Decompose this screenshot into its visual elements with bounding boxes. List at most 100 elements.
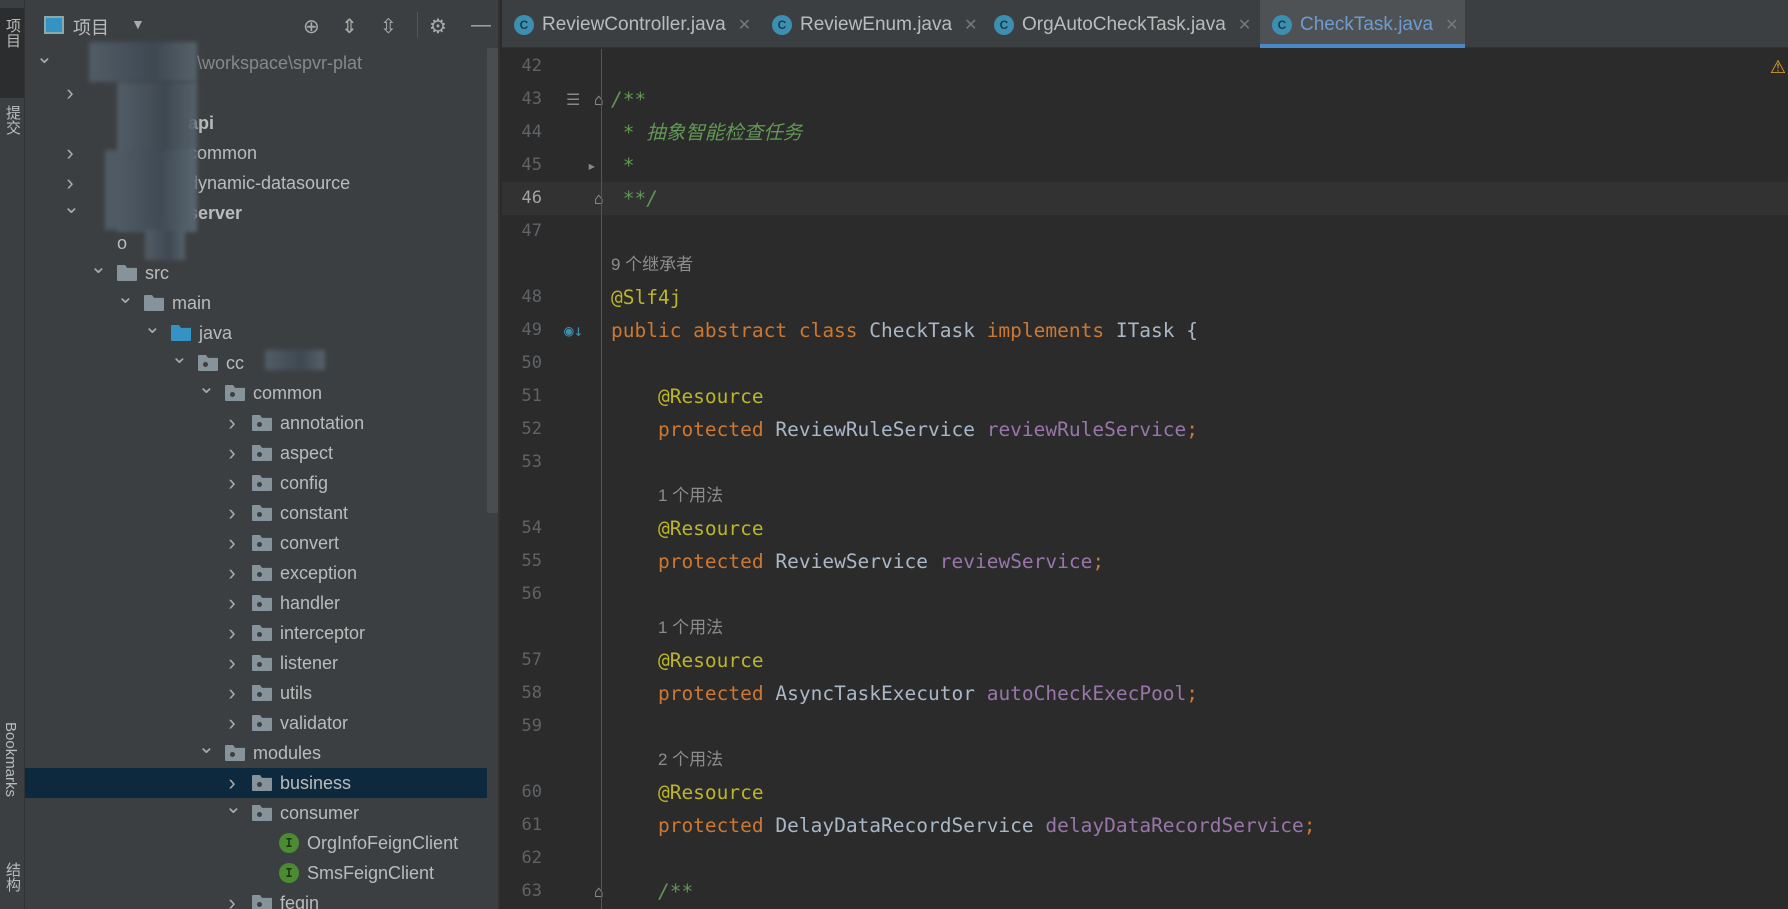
chevron-right-icon[interactable]: ›	[225, 528, 239, 558]
tree-item[interactable]: › convert	[25, 528, 487, 558]
chevron-right-icon[interactable]: ›	[63, 78, 77, 108]
tree-item[interactable]: ⌄ cc	[25, 346, 487, 378]
usage-hint[interactable]: 1 个用法	[658, 611, 723, 644]
chevron-right-icon[interactable]: ›	[225, 558, 239, 588]
structure-tool-button[interactable]: 结构	[2, 862, 23, 892]
tab-checktask[interactable]: C CheckTask.java ✕	[1260, 0, 1465, 48]
commit-tool-button[interactable]: 提交	[2, 105, 23, 135]
warning-icon[interactable]: ⚠	[1770, 57, 1786, 78]
tab-reviewcontroller[interactable]: C ReviewController.java ✕	[502, 0, 760, 48]
tree-item[interactable]: ›	[25, 78, 487, 108]
chevron-down-icon[interactable]: ⌄	[90, 252, 107, 282]
chevron-down-icon[interactable]: ⌄	[198, 372, 215, 402]
tree-item[interactable]: ⌄ src	[25, 256, 487, 288]
code-text: @Slf4j	[611, 281, 681, 314]
bookmarks-tool-button[interactable]: Bookmarks	[2, 722, 19, 797]
chevron-down-icon[interactable]: ▼	[131, 16, 145, 32]
tree-item[interactable]: › business	[25, 768, 487, 798]
code-token: ITask {	[1115, 319, 1199, 342]
tree-item[interactable]: › config	[25, 468, 487, 498]
chevron-down-icon[interactable]: ⌄	[171, 342, 188, 372]
tree-item[interactable]: ⌄ consumer	[25, 796, 487, 828]
close-icon[interactable]: ✕	[738, 17, 751, 34]
close-icon[interactable]: ✕	[1445, 17, 1458, 34]
chevron-right-icon[interactable]: ›	[225, 708, 239, 738]
tree-scrollbar[interactable]	[487, 48, 498, 513]
chevron-right-icon[interactable]: ›	[225, 408, 239, 438]
tree-item[interactable]: › dynamic-datasource	[25, 168, 487, 198]
chevron-right-icon[interactable]: ›	[63, 138, 77, 168]
code-text: *	[611, 149, 635, 182]
structure-icon[interactable]: ☰	[566, 83, 580, 116]
tab-reviewenum[interactable]: C ReviewEnum.java ✕	[760, 0, 982, 48]
tree-item[interactable]: › exception	[25, 558, 487, 588]
locate-icon[interactable]: ⊕	[303, 14, 320, 39]
chevron-right-icon[interactable]: ›	[225, 588, 239, 618]
tree-item[interactable]: ⌄ modules	[25, 736, 487, 768]
tree-item[interactable]: › fegin	[25, 888, 487, 909]
tree-item[interactable]: ⌄ main	[25, 286, 487, 318]
chevron-down-icon[interactable]: ⌄	[36, 42, 53, 72]
package-icon	[252, 895, 272, 909]
collapse-all-icon[interactable]: ⇳	[380, 14, 397, 39]
tree-item[interactable]: › constant	[25, 498, 487, 528]
chevron-right-icon[interactable]: ›	[225, 648, 239, 678]
code-text: /**	[611, 875, 693, 908]
project-view-title[interactable]: 项目	[73, 14, 109, 40]
usage-hint[interactable]: 2 个用法	[658, 743, 723, 776]
chevron-down-icon[interactable]: ⌄	[198, 732, 215, 762]
code-line: 43 ☰ ⌂ /**	[502, 83, 1788, 116]
chevron-down-icon[interactable]: ⌄	[225, 792, 242, 822]
gear-icon[interactable]: ⚙	[429, 14, 447, 39]
chevron-down-icon[interactable]: ⌄	[117, 282, 134, 312]
interface-icon: I	[279, 833, 299, 853]
tree-item[interactable]: ⌄ server	[25, 196, 487, 228]
minimize-icon[interactable]: —	[471, 14, 491, 37]
tree-item-label: modules	[253, 743, 322, 763]
code-line: 54 @Resource	[502, 512, 1788, 545]
tree-item[interactable]: › annotation	[25, 408, 487, 438]
project-tool-button[interactable]: 项目	[2, 18, 23, 48]
tab-orgautochecktask[interactable]: C OrgAutoCheckTask.java ✕	[982, 0, 1260, 48]
arrow-icon[interactable]: ▸	[587, 149, 597, 182]
tree-item[interactable]: › handler	[25, 588, 487, 618]
close-icon[interactable]: ✕	[1238, 17, 1251, 34]
tree-item[interactable]: ⌄ common	[25, 376, 487, 408]
tree-item[interactable]: › common	[25, 138, 487, 168]
fold-icon[interactable]: ⌂	[594, 875, 604, 908]
close-icon[interactable]: ✕	[964, 17, 977, 34]
tree-item[interactable]: I SmsFeignClient	[25, 858, 487, 888]
chevron-right-icon[interactable]: ›	[225, 468, 239, 498]
class-icon: C	[994, 15, 1014, 35]
line-number: 52	[521, 419, 542, 439]
code-editor[interactable]: 42 43 ☰ ⌂ /** 44 * 抽象智能检查任务 45 ▸ * 46 ⌂ **/ 47 9 个继…	[502, 49, 1788, 909]
tree-item[interactable]: › aspect	[25, 438, 487, 468]
tree-item[interactable]: › validator	[25, 708, 487, 738]
tree-item-label: o	[117, 233, 128, 253]
chevron-right-icon[interactable]: ›	[225, 678, 239, 708]
code-token: protected	[611, 682, 776, 705]
tree-item[interactable]: ⌄ java	[25, 316, 487, 348]
chevron-down-icon[interactable]: ⌄	[144, 312, 161, 342]
package-icon	[225, 745, 245, 761]
fold-icon[interactable]: ⌂	[594, 83, 604, 116]
chevron-right-icon[interactable]: ›	[225, 888, 239, 909]
line-number: 44	[521, 122, 542, 142]
fold-icon[interactable]: ⌂	[594, 182, 604, 215]
usage-hint[interactable]: 9 个继承者	[611, 248, 693, 281]
line-number: 57	[521, 650, 542, 670]
package-icon	[252, 805, 272, 821]
chevron-down-icon[interactable]: ⌄	[63, 192, 80, 222]
chevron-right-icon[interactable]: ›	[225, 438, 239, 468]
usage-hint[interactable]: 1 个用法	[658, 479, 723, 512]
tree-item-label: java	[199, 323, 233, 343]
tree-item[interactable]: api	[25, 108, 487, 138]
expand-all-icon[interactable]: ⇕	[341, 14, 358, 39]
chevron-right-icon[interactable]: ›	[225, 498, 239, 528]
overridden-icon[interactable]: ◉↓	[564, 314, 583, 347]
tree-item[interactable]: › interceptor	[25, 618, 487, 648]
tree-item[interactable]: › utils	[25, 678, 487, 708]
tree-item[interactable]: › listener	[25, 648, 487, 678]
chevron-right-icon[interactable]: ›	[225, 618, 239, 648]
tree-item[interactable]: I OrgInfoFeignClient	[25, 828, 487, 858]
